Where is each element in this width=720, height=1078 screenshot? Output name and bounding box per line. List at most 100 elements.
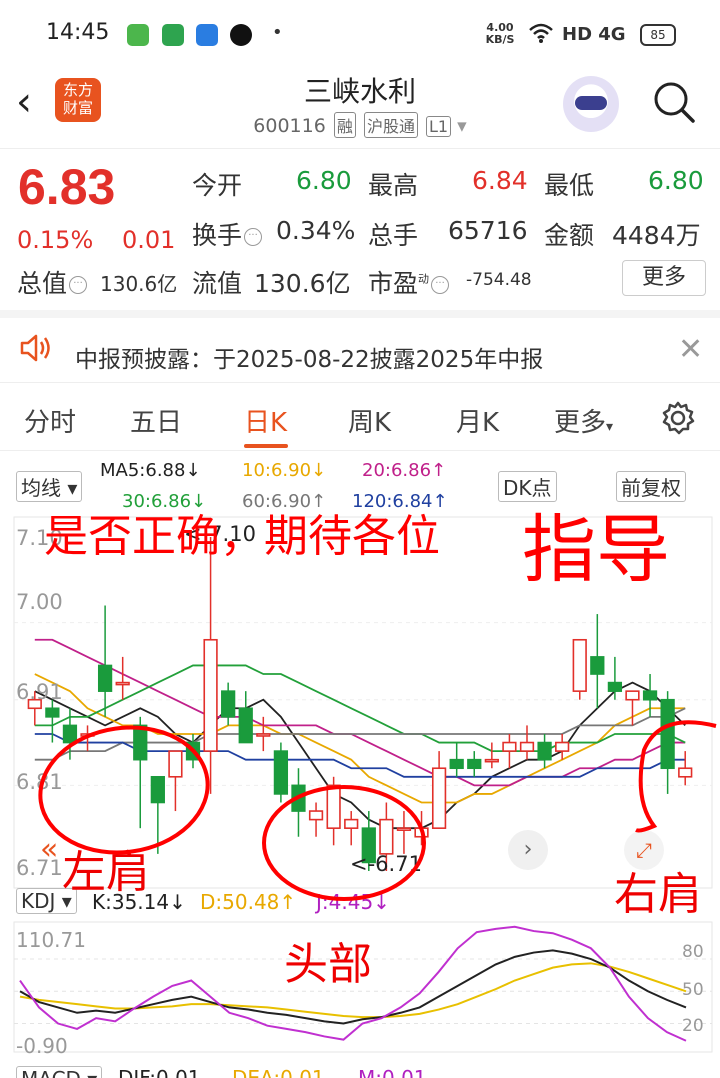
mktcap-value: 130.6亿 (100, 272, 178, 296)
kdj-ref-50: 50 (682, 980, 704, 1000)
annotation-question: 是否正确，期待各位 (44, 511, 440, 562)
pe-label: 市盈动 ··· (368, 264, 450, 300)
ma20-value: 20:6.86↑ (362, 460, 447, 481)
app-notification-icon (127, 24, 149, 46)
candle-body (431, 767, 447, 829)
scroll-left-icon[interactable]: « (40, 832, 58, 867)
candle-body (256, 733, 271, 737)
tab-weekly-k[interactable]: 周K (348, 402, 391, 439)
chart-tabs: 分时 五日 日K 周K 月K 更多▾ (0, 384, 720, 451)
candle-body (62, 724, 78, 744)
quote-panel: 6.83 0.15% 0.01 今开 6.80 最高 6.84 最低 6.80 … (0, 150, 720, 310)
tab-more[interactable]: 更多▾ (554, 402, 613, 439)
candle-body (519, 741, 535, 752)
low-label: 最低 (544, 171, 595, 200)
open-value: 6.80 (296, 166, 352, 195)
pe-value: -754.48 (466, 270, 532, 290)
candle-body (607, 681, 623, 692)
connect-tag: 沪股通 (363, 112, 418, 138)
notice-text: 中报预披露：于2025-08-22披露2025年中报 (75, 347, 544, 373)
turnover-label: 换手 ··· (192, 216, 263, 252)
candle-body (238, 707, 253, 744)
message-icon (162, 24, 184, 46)
macd-selector[interactable]: MACD ▾ (16, 1066, 103, 1078)
candle-body (150, 775, 165, 804)
ma-selector[interactable]: 均线 ▾ (16, 471, 83, 502)
macd-dif: DIF:0.01 (118, 1066, 201, 1078)
search-icon[interactable] (652, 80, 695, 123)
y-label-3: 6.91 (16, 680, 63, 704)
battery-icon: 85 (640, 24, 676, 46)
candle-body (555, 741, 570, 752)
margin-tag: 融 (333, 112, 356, 138)
amount-label: 金额 (544, 221, 595, 250)
tab-intraday[interactable]: 分时 (24, 402, 76, 439)
divider (0, 310, 720, 318)
more-button[interactable]: 更多 (622, 260, 706, 296)
float-value: 130.6亿 (254, 269, 351, 298)
tab-five-day[interactable]: 五日 (130, 402, 182, 439)
kdj-ref-80: 80 (682, 942, 704, 962)
notice-bar[interactable]: 中报预披露：于2025-08-22披露2025年中报 ✕ (0, 318, 720, 383)
kdj-y-bottom: -0.90 (16, 1034, 68, 1058)
candle-body (308, 810, 324, 821)
ma5-value: MA5:6.88↓ (100, 460, 201, 481)
candle-body (625, 690, 640, 701)
tab-monthly-k[interactable]: 月K (456, 402, 499, 439)
mktcap-label: 总值 ··· (17, 264, 88, 300)
annotation-right-shoulder: 右肩 (614, 869, 702, 920)
open-label: 今开 (192, 171, 243, 200)
status-time: 14:45 (46, 20, 110, 45)
candle-body (484, 758, 499, 763)
wifi-icon (528, 22, 554, 49)
candle-body (326, 784, 341, 829)
tab-daily-k[interactable]: 日K (244, 402, 287, 439)
ma120-line (34, 733, 686, 778)
active-tab-indicator (244, 444, 288, 448)
kdj-y-top: 110.71 (16, 928, 86, 952)
candle-body (502, 741, 517, 752)
candle-body (273, 750, 289, 795)
candle-body (572, 638, 587, 692)
video-app-icon (230, 24, 252, 46)
candle-body (221, 690, 236, 718)
high-label: 最高 (368, 171, 419, 200)
candle-body (291, 784, 306, 812)
candle-body (642, 690, 658, 701)
candle-body (97, 664, 113, 692)
annotation-head: 头部 (284, 939, 372, 990)
annotation-guide: 指导 (522, 507, 670, 593)
candle-body (396, 827, 412, 831)
y-label-2: 7.00 (16, 590, 63, 614)
change-amount: 0.01 (122, 226, 176, 254)
settings-gear-icon[interactable] (660, 400, 696, 440)
change-percent: 0.15% (17, 226, 94, 254)
volume-value: 65716 (448, 216, 528, 245)
macd-dea: DEA:0.01 (232, 1066, 325, 1078)
high-value: 6.84 (472, 166, 528, 195)
app-icon (196, 24, 218, 46)
macd-legend: MACD ▾ DIF:0.01 DEA:0.01 M:0.01 (0, 1062, 720, 1078)
candle-body (115, 681, 130, 686)
chevron-right-icon[interactable]: › (508, 830, 548, 870)
candle-body (185, 741, 201, 761)
candle-body (678, 767, 693, 778)
ma60-line (34, 707, 686, 761)
kdj-j: J:4.45↓ (316, 890, 390, 914)
ma5-line (34, 681, 686, 830)
stock-code: 600116 (253, 115, 326, 137)
turnover-value: 0.34% (276, 216, 356, 245)
signal-text: HD 4G (562, 24, 626, 45)
ma10-value: 10:6.90↓ (242, 460, 327, 481)
candle-body (537, 741, 552, 761)
candle-body (467, 758, 482, 770)
y-label-4: 6.81 (16, 770, 63, 794)
speaker-icon (18, 332, 54, 368)
float-label: 流值 (192, 269, 243, 298)
current-price: 6.83 (18, 159, 116, 215)
dropdown-icon[interactable]: ▾ (457, 115, 467, 137)
assistant-robot-icon[interactable] (563, 76, 619, 132)
candle-body (344, 818, 359, 829)
candle-body (660, 698, 675, 770)
close-icon[interactable]: ✕ (678, 332, 703, 367)
